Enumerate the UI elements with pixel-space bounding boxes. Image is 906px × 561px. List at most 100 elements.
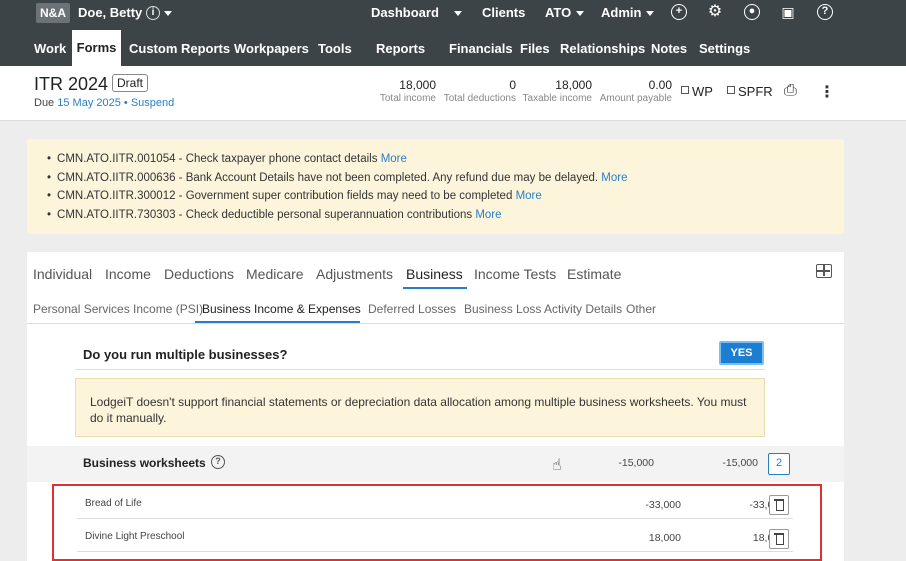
divider (75, 369, 765, 370)
warning-box: LodgeiT doesn't support financial statem… (75, 378, 765, 437)
add-icon[interactable]: + (671, 4, 687, 20)
nav-notes[interactable]: Notes (651, 41, 687, 56)
nav-forms[interactable]: Forms (72, 30, 121, 66)
hand-cursor-icon: ☝ (552, 457, 562, 474)
worksheets-count-badge[interactable]: 2 (768, 453, 790, 475)
grid-view-icon[interactable] (816, 264, 832, 278)
user-icon[interactable]: ● (744, 4, 760, 20)
nav-reports-label: Reports (376, 41, 426, 56)
summary-label: Total income (379, 93, 436, 104)
tab-business[interactable]: Business (406, 266, 463, 282)
nav-ato-label: ATO (545, 5, 572, 20)
nav-tools-label: Tools (318, 41, 352, 56)
print-icon[interactable]: ⎙ (784, 82, 797, 100)
nav-reports[interactable]: Reports (376, 41, 425, 56)
alert-text: CMN.ATO.IITR.730303 - Check deductible p… (57, 209, 473, 222)
nav-clients[interactable]: Clients (482, 5, 525, 20)
spfr-checkbox[interactable]: SPFR (727, 84, 773, 99)
alert-item: CMN.ATO.IITR.300012 - Government super c… (47, 187, 844, 206)
summary-taxable-income: 18,000 Taxable income (523, 78, 592, 104)
active-tab-indicator (403, 287, 467, 289)
sub-tabs: Personal Services Income (PSI) Business … (27, 294, 844, 324)
summary-label: Total deductions (443, 93, 516, 104)
nav-settings-label: Settings (699, 41, 751, 56)
tab-income-tests[interactable]: Income Tests (474, 266, 556, 282)
info-icon[interactable]: i (146, 6, 160, 20)
nav-admin[interactable]: Admin (601, 5, 655, 20)
summary-value: 0.00 (648, 78, 672, 92)
validation-alerts: CMN.ATO.IITR.001054 - Check taxpayer pho… (27, 139, 844, 234)
due-prefix: Due (34, 97, 55, 109)
help-icon[interactable]: ? (817, 4, 833, 20)
subtab-psi[interactable]: Personal Services Income (PSI) (33, 302, 203, 316)
tab-estimate[interactable]: Estimate (567, 266, 621, 282)
active-subtab-indicator (195, 321, 360, 323)
main-nav: Work Forms Custom Reports Workpapers Too… (0, 30, 906, 66)
worksheets-total-a: -15,000 (618, 457, 654, 469)
due-line: Due 15 May 2025 • Suspend (34, 97, 174, 109)
tab-income[interactable]: Income (105, 266, 151, 282)
more-link[interactable]: More (381, 153, 407, 165)
nav-tools[interactable]: Tools (318, 41, 352, 56)
nav-files[interactable]: Files (520, 41, 550, 56)
more-link[interactable]: More (516, 190, 542, 202)
checkbox-box (681, 86, 689, 94)
nav-settings[interactable]: Settings (699, 41, 750, 56)
alert-item: CMN.ATO.IITR.000636 - Bank Account Detai… (47, 169, 844, 188)
tab-individual[interactable]: Individual (33, 266, 92, 282)
worksheets-total-b: -15,000 (722, 457, 758, 469)
nav-ato[interactable]: ATO (545, 5, 585, 20)
nav-dashboard[interactable]: Dashboard (371, 5, 439, 20)
form-header: ITR 2024 Draft Due 15 May 2025 • Suspend… (0, 66, 906, 121)
spfr-label: SPFR (738, 84, 773, 99)
subtab-business-income-expenses[interactable]: Business Income & Expenses (202, 302, 361, 316)
practice-badge[interactable]: N&A (36, 3, 70, 23)
more-vertical-icon[interactable]: ⋮ (819, 82, 835, 102)
more-link[interactable]: More (601, 172, 627, 184)
summary-label: Amount payable (599, 93, 672, 104)
subtab-other[interactable]: Other (626, 302, 656, 316)
chevron-down-icon[interactable] (454, 11, 462, 16)
summary-value: 18,000 (555, 78, 592, 92)
due-date-link[interactable]: 15 May 2025 (57, 97, 121, 109)
status-badge: Draft (112, 74, 149, 92)
summary-total-deductions: 0 Total deductions (444, 78, 516, 104)
multiple-businesses-question: Do you run multiple businesses? (83, 347, 288, 362)
yes-toggle-button[interactable]: YES (719, 341, 764, 365)
more-link[interactable]: More (475, 209, 501, 221)
tab-deductions[interactable]: Deductions (164, 266, 234, 282)
summary-value: 18,000 (399, 78, 436, 92)
summary-value: 0 (509, 78, 516, 92)
help-icon[interactable]: ? (211, 455, 225, 469)
gift-icon[interactable]: ▣ (780, 4, 796, 20)
subtab-business-loss-activity[interactable]: Business Loss Activity Details (464, 302, 622, 316)
wp-label: WP (692, 84, 713, 99)
client-name[interactable]: Doe, Betty (78, 5, 142, 20)
alert-text: CMN.ATO.IITR.000636 - Bank Account Detai… (57, 171, 599, 184)
separator-dot: • (123, 97, 128, 109)
nav-admin-label: Admin (601, 5, 642, 20)
suspend-link[interactable]: Suspend (131, 97, 174, 109)
nav-financials[interactable]: Financials (449, 41, 513, 56)
summary-total-income: 18,000 Total income (380, 78, 436, 104)
chevron-down-icon (646, 11, 655, 17)
alert-item: CMN.ATO.IITR.001054 - Check taxpayer pho… (47, 150, 844, 169)
summary-label: Taxable income (522, 93, 592, 104)
wp-checkbox[interactable]: WP (681, 84, 713, 99)
worksheets-title: Business worksheets (83, 456, 206, 470)
nav-workpapers[interactable]: Workpapers (234, 41, 309, 56)
subtab-deferred-losses[interactable]: Deferred Losses (368, 302, 456, 316)
annotation-highlight-box (52, 484, 822, 561)
nav-custom-reports[interactable]: Custom Reports (129, 41, 230, 56)
chevron-down-icon[interactable] (164, 11, 172, 16)
checkbox-box (727, 86, 735, 94)
top-bar: N&A Doe, Betty i Dashboard Clients ATO A… (0, 0, 906, 30)
page-title: ITR 2024 (34, 74, 109, 94)
nav-relationships[interactable]: Relationships (560, 41, 645, 56)
alert-text: CMN.ATO.IITR.001054 - Check taxpayer pho… (57, 153, 378, 165)
tab-medicare[interactable]: Medicare (246, 266, 304, 282)
tab-adjustments[interactable]: Adjustments (316, 266, 393, 282)
gear-icon[interactable]: ⚙ (707, 4, 723, 20)
nav-work[interactable]: Work (34, 41, 66, 56)
alert-item: CMN.ATO.IITR.730303 - Check deductible p… (47, 206, 844, 225)
